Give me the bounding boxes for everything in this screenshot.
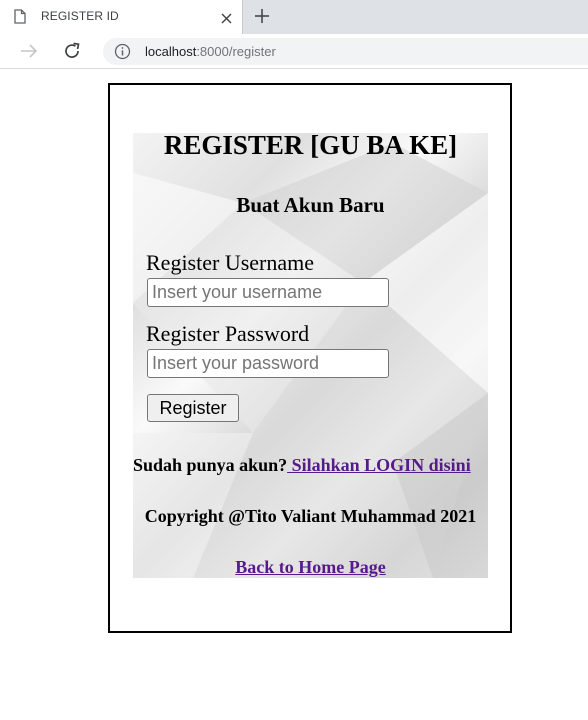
register-button[interactable]: Register [147, 394, 239, 422]
info-icon[interactable] [114, 43, 131, 65]
login-prompt-line: Sudah punya akun? Silahkan LOGIN disini [133, 455, 493, 476]
url-text: localhost:8000/register [145, 44, 276, 59]
page-icon [14, 9, 26, 29]
browser-toolbar: localhost:8000/register [0, 34, 588, 69]
page-title: REGISTER [GU BA KE] [163, 130, 458, 160]
back-to-home-link[interactable]: Back to Home Page [235, 557, 385, 577]
password-label: Register Password [146, 321, 310, 346]
reload-icon[interactable] [62, 41, 82, 66]
copyright-text: Copyright @Tito Valiant Muhammad 2021 [144, 506, 477, 526]
username-label: Register Username [146, 250, 314, 275]
login-link[interactable]: Silahkan LOGIN disini [287, 455, 471, 475]
browser-tab-strip: REGISTER ID [0, 0, 588, 34]
password-input[interactable] [147, 349, 389, 378]
close-icon[interactable] [221, 11, 232, 29]
address-bar[interactable]: localhost:8000/register [103, 38, 588, 65]
arrow-right-icon[interactable] [19, 42, 39, 65]
login-prompt-text: Sudah punya akun? [133, 455, 288, 475]
url-host: localhost [145, 44, 197, 59]
tab-title: REGISTER ID [41, 9, 119, 23]
username-input[interactable] [147, 278, 389, 307]
browser-tab[interactable]: REGISTER ID [0, 0, 243, 34]
plus-icon[interactable] [254, 8, 270, 29]
page-subtitle: Buat Akun Baru [236, 193, 385, 217]
url-path: :8000/register [196, 44, 276, 59]
home-link-container: Back to Home Page [133, 557, 488, 578]
